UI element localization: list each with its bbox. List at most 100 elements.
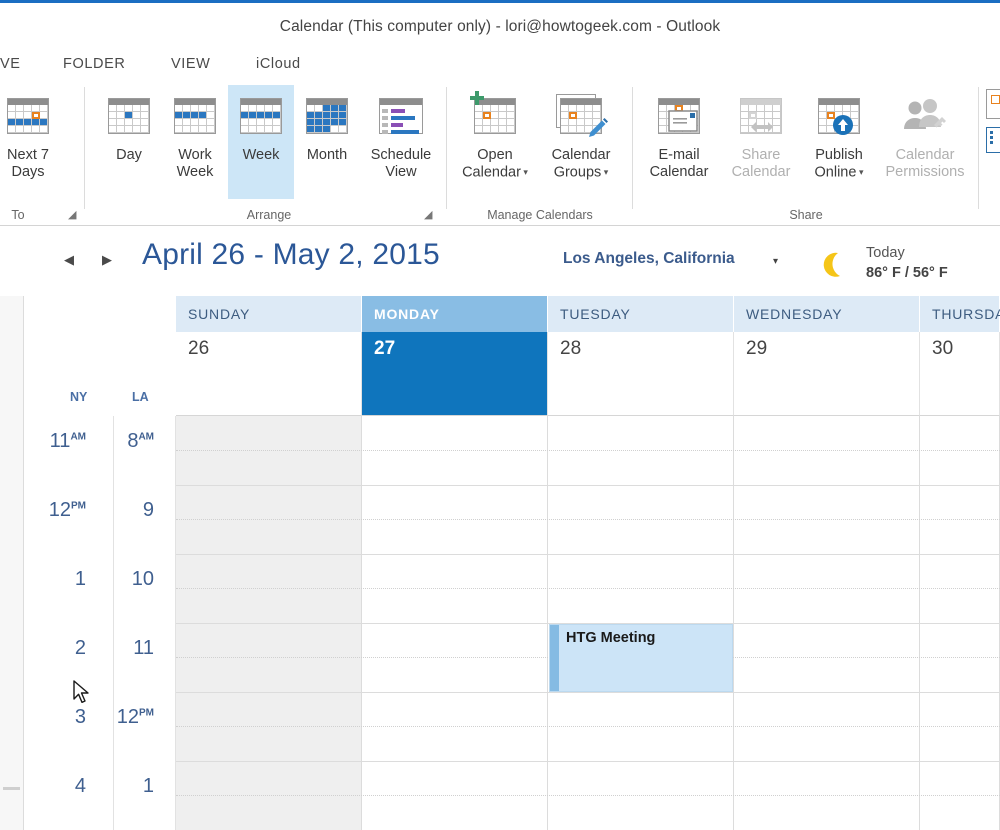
- hour-line-4: [176, 692, 1000, 693]
- calendar-permissions-label: Calendar Permissions: [885, 147, 965, 180]
- open-calendar-caret-icon[interactable]: ▾: [521, 167, 528, 177]
- appointment-htg-meeting[interactable]: HTG Meeting: [549, 624, 733, 692]
- hour-ny-12pm: 12PM: [48, 499, 86, 521]
- hour-line-1: [176, 485, 1000, 486]
- view-schedule-button[interactable]: Schedule View: [358, 85, 444, 199]
- next-week-button[interactable]: ▶: [96, 248, 118, 272]
- half-hour-line-3: [176, 588, 1000, 589]
- weather-day-label: Today: [866, 245, 905, 261]
- week-view-icon: [240, 85, 282, 147]
- ribbon-tab-strip: VE FOLDER VIEW iCloud: [0, 48, 1000, 81]
- tab-view[interactable]: VIEW: [165, 48, 216, 81]
- half-hour-line-5: [176, 726, 1000, 727]
- view-day-button[interactable]: Day: [96, 85, 162, 199]
- week-view-label: Week: [242, 147, 280, 163]
- view-work-week-button[interactable]: Work Week: [162, 85, 228, 199]
- open-calendar-label: Open Calendar ▾: [462, 147, 528, 181]
- email-calendar-icon: [658, 85, 700, 147]
- date-cell-29[interactable]: 29: [734, 332, 920, 416]
- weather-location-caret-icon[interactable]: ▾: [773, 256, 778, 267]
- email-calendar-label: E-mail Calendar: [649, 147, 709, 180]
- day-header-tuesday[interactable]: TUESDAY: [548, 296, 734, 332]
- calendar-grid: SUNDAY MONDAY TUESDAY WEDNESDAY THURSDA …: [24, 296, 1000, 830]
- folder-pane-rail[interactable]: ❮: [0, 226, 24, 830]
- open-calendar-button[interactable]: Open Calendar ▾: [452, 85, 538, 199]
- date-cell-27[interactable]: 27: [362, 332, 548, 416]
- view-week-button[interactable]: Week: [228, 85, 294, 199]
- ribbon-separator-4: [978, 87, 979, 209]
- goto-dialog-launcher[interactable]: ◢: [68, 208, 76, 221]
- day-header-thursday[interactable]: THURSDA: [920, 296, 1000, 332]
- day-header-row: SUNDAY MONDAY TUESDAY WEDNESDAY THURSDA: [24, 296, 1000, 332]
- month-view-label: Month: [306, 147, 348, 163]
- ribbon-group-share-label: Share: [789, 208, 823, 222]
- share-calendar-button[interactable]: Share Calendar: [718, 85, 804, 199]
- gutter-header-spacer: [24, 296, 176, 332]
- email-calendar-button[interactable]: E-mail Calendar: [636, 85, 722, 199]
- publish-online-label: Publish Online ▾: [814, 147, 864, 181]
- day-header-sunday[interactable]: SUNDAY: [176, 296, 362, 332]
- partial-button-2[interactable]: [986, 127, 1000, 153]
- weather-temperature: 86° F / 56° F: [866, 265, 948, 281]
- half-hour-line-2: [176, 519, 1000, 520]
- weather-info: Today 86° F / 56° F: [866, 243, 948, 283]
- half-hour-line-1: [176, 450, 1000, 451]
- tab-icloud[interactable]: iCloud: [250, 48, 307, 81]
- next-7-days-icon: [7, 85, 49, 147]
- view-month-button[interactable]: Month: [294, 85, 360, 199]
- hour-la-9: 9: [142, 499, 154, 521]
- previous-week-button[interactable]: ◀: [58, 248, 80, 272]
- tab-archive-partial[interactable]: VE: [0, 48, 27, 81]
- date-cell-26[interactable]: 26: [176, 332, 362, 416]
- hour-la-1: 1: [142, 775, 154, 797]
- day-view-icon: [108, 85, 150, 147]
- ribbon-group-arrange: Day Work Week Week Month Schedule View A…: [92, 81, 446, 226]
- next-7-days-button[interactable]: Next 7 Days: [0, 85, 61, 199]
- hour-ny-4: 4: [74, 775, 86, 797]
- hour-ny-11am: 11AM: [49, 430, 86, 452]
- share-calendar-label: Share Calendar: [731, 147, 791, 180]
- appointment-title: HTG Meeting: [566, 630, 656, 646]
- publish-online-caret-icon[interactable]: ▾: [856, 167, 864, 177]
- partial-button-1[interactable]: [986, 89, 1000, 119]
- calendar-groups-button[interactable]: Calendar Groups ▾: [538, 85, 624, 199]
- calendar-permissions-button[interactable]: Calendar Permissions: [882, 85, 968, 199]
- tab-folder[interactable]: FOLDER: [57, 48, 131, 81]
- publish-online-button[interactable]: Publish Online ▾: [796, 85, 882, 199]
- calendar-permissions-icon: [902, 85, 948, 147]
- ribbon-separator-3: [632, 87, 633, 209]
- ribbon-group-manage-calendars-label: Manage Calendars: [487, 208, 593, 222]
- day-view-label: Day: [116, 147, 142, 163]
- schedule-view-icon: [379, 85, 423, 147]
- all-day-row: 26 27 28 29 30: [24, 332, 1000, 416]
- ribbon-separator-2: [446, 87, 447, 209]
- gutter-column-la: [114, 416, 176, 830]
- work-week-view-icon: [174, 85, 216, 147]
- date-navigation-bar: ◀ ▶ April 26 - May 2, 2015 Los Angeles, …: [0, 226, 1000, 296]
- ribbon-group-manage-calendars: Open Calendar ▾ Calendar Groups ▾ Manage…: [450, 81, 630, 226]
- date-cell-28[interactable]: 28: [548, 332, 734, 416]
- calendar-groups-caret-icon[interactable]: ▾: [601, 167, 609, 177]
- hour-ny-2: 2: [74, 637, 86, 659]
- moon-icon: [823, 252, 840, 277]
- arrange-dialog-launcher[interactable]: ◢: [424, 208, 432, 221]
- day-header-monday[interactable]: MONDAY: [362, 296, 548, 332]
- ribbon-group-partial-right: [982, 81, 1000, 226]
- hour-la-8am: 8AM: [127, 430, 154, 452]
- mouse-cursor: [73, 680, 89, 703]
- ribbon-group-share: E-mail Calendar Share Calendar Publish O…: [636, 81, 976, 226]
- ribbon-separator-1: [84, 87, 85, 209]
- ribbon: y Next 7 Days To ◢: [0, 81, 1000, 226]
- day-header-wednesday[interactable]: WEDNESDAY: [734, 296, 920, 332]
- schedule-view-label: Schedule View: [370, 147, 432, 180]
- work-week-view-label: Work Week: [176, 147, 214, 180]
- weather-location[interactable]: Los Angeles, California: [563, 250, 735, 268]
- date-cell-30[interactable]: 30: [920, 332, 1000, 416]
- hour-ny-3: 3: [74, 706, 86, 728]
- hour-la-11: 11: [133, 637, 154, 659]
- time-slot-area: HTG Meeting: [176, 416, 1000, 830]
- hour-la-12pm: 12PM: [116, 706, 154, 728]
- people-key-icon: [904, 99, 946, 129]
- calendar-groups-label: Calendar Groups ▾: [551, 147, 611, 181]
- hour-ny-1: 1: [74, 568, 86, 590]
